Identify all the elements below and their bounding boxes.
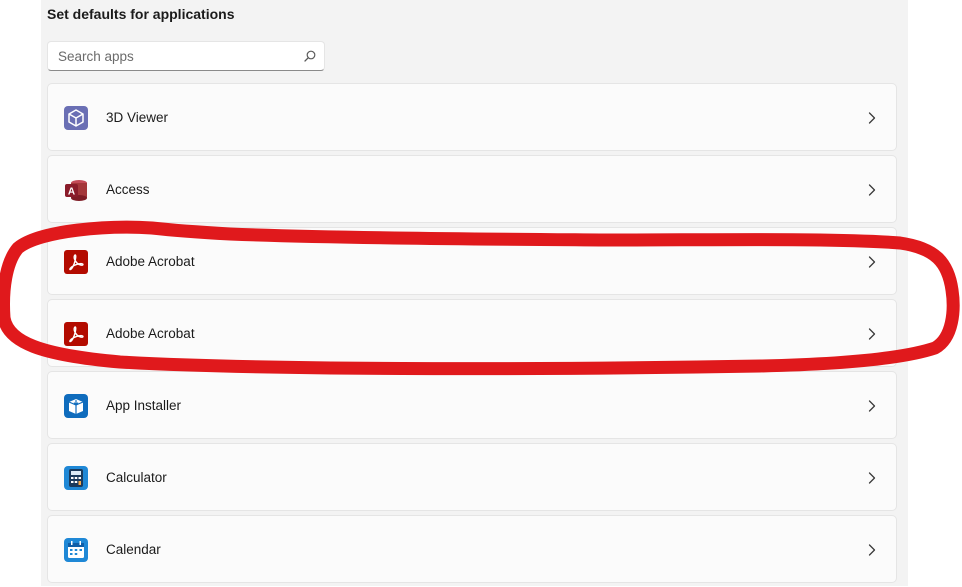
access-icon: A	[65, 180, 87, 201]
app-name: App Installer	[106, 398, 182, 413]
chevron-right-icon	[868, 472, 876, 484]
app-name: Access	[106, 182, 150, 197]
app-row-access[interactable]: A Access	[47, 155, 897, 223]
app-row-3d-viewer[interactable]: 3D Viewer	[47, 83, 897, 151]
acrobat-icon	[64, 322, 88, 346]
chevron-right-icon	[868, 400, 876, 412]
chevron-right-icon	[868, 112, 876, 124]
app-installer-icon	[64, 394, 88, 418]
app-list: 3D Viewer A Access Adobe Acrobat Adobe A…	[47, 83, 897, 587]
chevron-right-icon	[868, 328, 876, 340]
calculator-icon	[64, 466, 88, 490]
section-title: Set defaults for applications	[47, 6, 235, 22]
app-name: Calendar	[106, 542, 161, 557]
app-row-calculator[interactable]: Calculator	[47, 443, 897, 511]
app-row-adobe-acrobat[interactable]: Adobe Acrobat	[47, 299, 897, 367]
chevron-right-icon	[868, 184, 876, 196]
chevron-right-icon	[868, 256, 876, 268]
acrobat-icon	[64, 250, 88, 274]
app-row-app-installer[interactable]: App Installer	[47, 371, 897, 439]
app-name: 3D Viewer	[106, 110, 169, 125]
app-name: Adobe Acrobat	[106, 326, 195, 341]
3d-viewer-icon	[64, 106, 88, 130]
calendar-icon	[64, 538, 88, 562]
app-row-calendar[interactable]: Calendar	[47, 515, 897, 583]
svg-text:A: A	[68, 187, 75, 198]
app-name: Calculator	[106, 470, 167, 485]
search-input[interactable]	[48, 42, 298, 70]
app-row-adobe-acrobat[interactable]: Adobe Acrobat	[47, 227, 897, 295]
app-name: Adobe Acrobat	[106, 254, 195, 269]
search-box[interactable]	[47, 41, 325, 71]
chevron-right-icon	[868, 544, 876, 556]
search-icon[interactable]	[304, 50, 316, 62]
